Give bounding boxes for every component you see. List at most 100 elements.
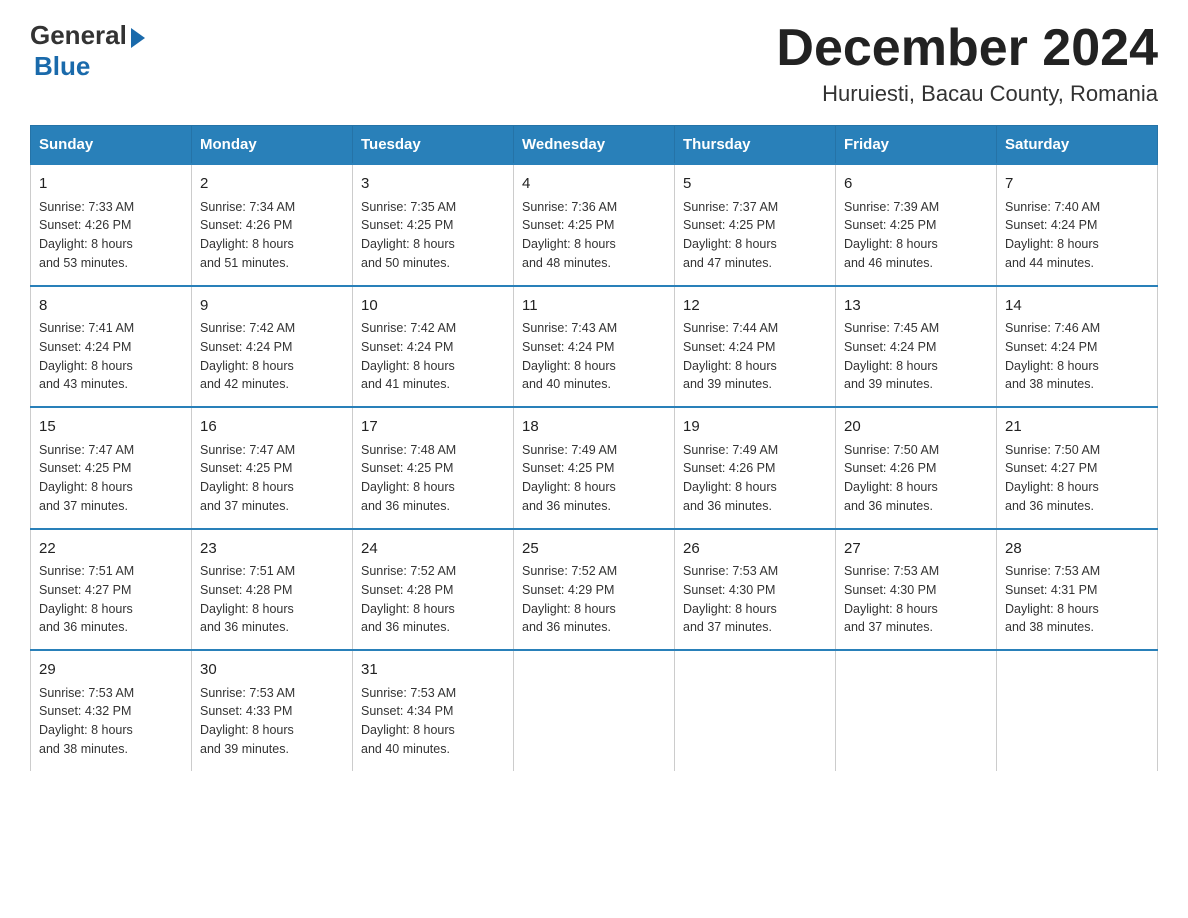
day-info: Sunset: 4:25 PM — [844, 216, 988, 235]
day-info: Sunset: 4:25 PM — [522, 459, 666, 478]
day-info: Sunrise: 7:53 AM — [844, 562, 988, 581]
day-info: and 36 minutes. — [844, 497, 988, 516]
day-info: Sunset: 4:30 PM — [683, 581, 827, 600]
day-info: Sunset: 4:32 PM — [39, 702, 183, 721]
day-number: 5 — [683, 173, 827, 196]
day-number: 17 — [361, 416, 505, 439]
day-info: Daylight: 8 hours — [1005, 235, 1149, 254]
day-info: Sunrise: 7:37 AM — [683, 198, 827, 217]
day-info: and 39 minutes. — [683, 375, 827, 394]
day-info: and 36 minutes. — [361, 618, 505, 637]
calendar-subtitle: Huruiesti, Bacau County, Romania — [776, 81, 1158, 107]
table-row: 3Sunrise: 7:35 AMSunset: 4:25 PMDaylight… — [353, 164, 514, 286]
logo: General Blue — [30, 20, 145, 82]
day-info: Sunset: 4:24 PM — [522, 338, 666, 357]
day-info: Daylight: 8 hours — [522, 600, 666, 619]
day-info: Sunset: 4:26 PM — [200, 216, 344, 235]
col-saturday: Saturday — [997, 126, 1158, 165]
day-info: Sunset: 4:24 PM — [683, 338, 827, 357]
table-row: 4Sunrise: 7:36 AMSunset: 4:25 PMDaylight… — [514, 164, 675, 286]
day-info: Sunset: 4:34 PM — [361, 702, 505, 721]
day-info: Sunrise: 7:42 AM — [361, 319, 505, 338]
day-info: Sunrise: 7:40 AM — [1005, 198, 1149, 217]
calendar-week-row: 1Sunrise: 7:33 AMSunset: 4:26 PMDaylight… — [31, 164, 1158, 286]
day-info: Sunrise: 7:49 AM — [683, 441, 827, 460]
day-info: Sunrise: 7:53 AM — [200, 684, 344, 703]
day-info: Sunrise: 7:45 AM — [844, 319, 988, 338]
day-info: Sunset: 4:29 PM — [522, 581, 666, 600]
day-info: Daylight: 8 hours — [844, 478, 988, 497]
table-row: 12Sunrise: 7:44 AMSunset: 4:24 PMDayligh… — [675, 286, 836, 408]
logo-general-text: General — [30, 20, 127, 51]
day-info: Daylight: 8 hours — [844, 235, 988, 254]
day-info: and 36 minutes. — [361, 497, 505, 516]
day-number: 22 — [39, 538, 183, 561]
calendar-week-row: 8Sunrise: 7:41 AMSunset: 4:24 PMDaylight… — [31, 286, 1158, 408]
day-number: 13 — [844, 295, 988, 318]
day-info: Daylight: 8 hours — [200, 721, 344, 740]
day-number: 7 — [1005, 173, 1149, 196]
day-info: and 43 minutes. — [39, 375, 183, 394]
day-info: Sunset: 4:27 PM — [39, 581, 183, 600]
day-number: 21 — [1005, 416, 1149, 439]
day-info: Daylight: 8 hours — [361, 357, 505, 376]
day-info: and 40 minutes. — [361, 740, 505, 759]
table-row: 20Sunrise: 7:50 AMSunset: 4:26 PMDayligh… — [836, 407, 997, 529]
day-number: 6 — [844, 173, 988, 196]
day-info: and 46 minutes. — [844, 254, 988, 273]
calendar-header-row: Sunday Monday Tuesday Wednesday Thursday… — [31, 126, 1158, 165]
table-row: 26Sunrise: 7:53 AMSunset: 4:30 PMDayligh… — [675, 529, 836, 651]
day-info: Sunset: 4:28 PM — [200, 581, 344, 600]
day-info: Daylight: 8 hours — [39, 235, 183, 254]
day-info: Sunrise: 7:48 AM — [361, 441, 505, 460]
day-info: Sunset: 4:25 PM — [361, 216, 505, 235]
day-info: and 36 minutes. — [1005, 497, 1149, 516]
table-row: 31Sunrise: 7:53 AMSunset: 4:34 PMDayligh… — [353, 650, 514, 771]
day-info: Sunset: 4:33 PM — [200, 702, 344, 721]
day-info: and 50 minutes. — [361, 254, 505, 273]
day-info: Sunrise: 7:34 AM — [200, 198, 344, 217]
day-info: Daylight: 8 hours — [522, 235, 666, 254]
day-info: and 38 minutes. — [39, 740, 183, 759]
col-thursday: Thursday — [675, 126, 836, 165]
day-info: and 53 minutes. — [39, 254, 183, 273]
day-info: Sunset: 4:26 PM — [39, 216, 183, 235]
day-info: Sunset: 4:24 PM — [361, 338, 505, 357]
col-sunday: Sunday — [31, 126, 192, 165]
day-info: Daylight: 8 hours — [361, 600, 505, 619]
day-number: 18 — [522, 416, 666, 439]
day-number: 27 — [844, 538, 988, 561]
day-info: Sunrise: 7:36 AM — [522, 198, 666, 217]
page-header: General Blue December 2024 Huruiesti, Ba… — [30, 20, 1158, 107]
table-row: 19Sunrise: 7:49 AMSunset: 4:26 PMDayligh… — [675, 407, 836, 529]
day-info: Sunrise: 7:44 AM — [683, 319, 827, 338]
day-number: 28 — [1005, 538, 1149, 561]
day-info: and 41 minutes. — [361, 375, 505, 394]
day-info: and 39 minutes. — [844, 375, 988, 394]
calendar-week-row: 22Sunrise: 7:51 AMSunset: 4:27 PM Dayligh… — [31, 529, 1158, 651]
day-info: Daylight: 8 hours — [39, 721, 183, 740]
day-info: Daylight: 8 hours — [844, 600, 988, 619]
day-info: Daylight: 8 hours — [683, 357, 827, 376]
table-row: 7 Sunrise: 7:40 AMSunset: 4:24 PMDaylight… — [997, 164, 1158, 286]
table-row: 29Sunrise: 7:53 AMSunset: 4:32 PMDayligh… — [31, 650, 192, 771]
day-info: Sunrise: 7:51 AM — [39, 562, 183, 581]
day-info: and 37 minutes. — [39, 497, 183, 516]
day-number: 8 — [39, 295, 183, 318]
day-info: Sunrise: 7:33 AM — [39, 198, 183, 217]
day-info: Daylight: 8 hours — [39, 478, 183, 497]
table-row: 25Sunrise: 7:52 AMSunset: 4:29 PMDayligh… — [514, 529, 675, 651]
day-info: Sunset: 4:24 PM — [1005, 216, 1149, 235]
day-info: and 37 minutes. — [200, 497, 344, 516]
day-info: Sunset: 4:26 PM — [683, 459, 827, 478]
day-info: Sunset: 4:25 PM — [683, 216, 827, 235]
day-info: Sunrise: 7:35 AM — [361, 198, 505, 217]
day-info: and 36 minutes. — [522, 618, 666, 637]
day-info: Sunrise: 7:53 AM — [39, 684, 183, 703]
day-info: Sunset: 4:24 PM — [200, 338, 344, 357]
day-info: and 37 minutes. — [844, 618, 988, 637]
day-info: Daylight: 8 hours — [1005, 600, 1149, 619]
col-monday: Monday — [192, 126, 353, 165]
calendar-title: December 2024 — [776, 20, 1158, 77]
table-row: 13Sunrise: 7:45 AMSunset: 4:24 PMDayligh… — [836, 286, 997, 408]
